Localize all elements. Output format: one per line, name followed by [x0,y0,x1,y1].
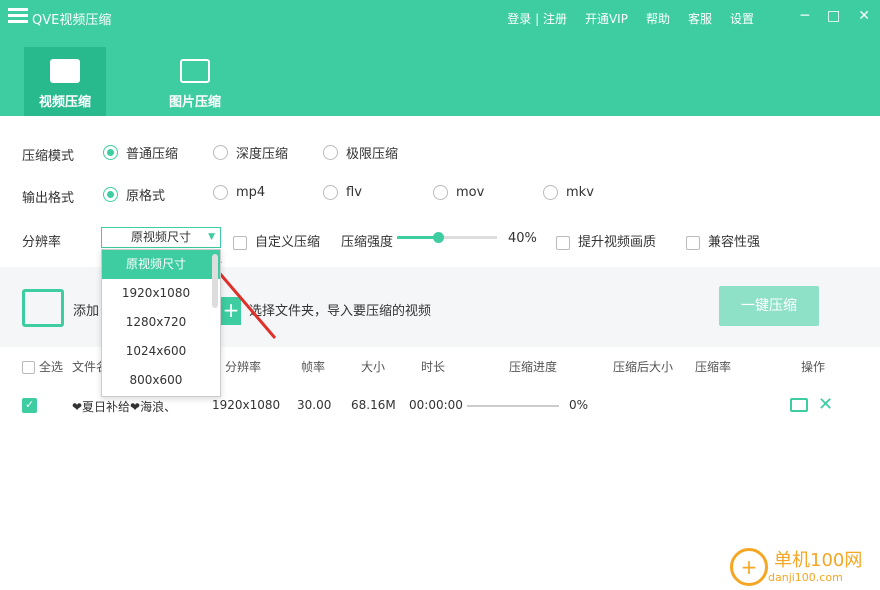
tab-video-compress[interactable]: 视频压缩 [24,47,106,116]
resolution-option[interactable]: 1920x1080 [102,279,220,308]
radio-format-mov[interactable]: mov [433,185,484,200]
clapperboard-icon [50,59,80,83]
radio-format-mp4[interactable]: mp4 [213,185,265,200]
row-fps: 30.00 [297,398,332,412]
tab-label: 图片压缩 [168,95,221,110]
help-link[interactable]: 帮助 [646,10,670,27]
film-icon[interactable] [22,289,64,327]
resolution-option[interactable]: 1024x600 [102,337,220,366]
row-progress-bar [467,405,559,407]
radio-deep-compress[interactable]: 深度压缩 [213,143,288,162]
row-resolution: 1920x1080 [212,398,281,412]
improve-quality-checkbox[interactable]: 提升视频画质 [556,231,656,250]
select-all-checkbox[interactable]: 全选 [22,358,63,375]
settings-link[interactable]: 设置 [730,10,754,27]
open-folder-icon[interactable] [790,398,808,412]
resolution-option[interactable]: 原视频尺寸 [102,250,220,279]
radio-extreme-compress[interactable]: 极限压缩 [323,143,398,162]
maximize-button[interactable]: □ [827,8,840,24]
col-duration: 时长 [421,360,446,374]
compatibility-checkbox[interactable]: 兼容性强 [686,231,760,250]
custom-compress-checkbox[interactable]: 自定义压缩 [233,231,320,250]
title-bar: QVE视频压缩 登录 | 注册 开通VIP 帮助 客服 设置 ─ □ ✕ 视频压… [0,0,880,116]
radio-format-mkv[interactable]: mkv [543,185,594,200]
dropdown-arrow-icon: ▼ [208,232,215,242]
col-compressed-size: 压缩后大小 [613,360,674,374]
window-controls: ─ □ ✕ [801,8,870,24]
col-progress: 压缩进度 [509,360,558,374]
tab-label: 视频压缩 [38,95,91,110]
login-register-link[interactable]: 登录 | 注册 [507,10,567,27]
app-title: QVE视频压缩 [32,13,112,28]
strength-label: 压缩强度 [341,235,394,250]
strength-slider[interactable] [397,232,497,243]
resolution-label: 分辨率 [22,235,62,250]
row-filename: ❤夏日补给❤海浪、 [72,400,177,414]
add-text[interactable]: 添加 [73,300,99,319]
vip-link[interactable]: 开通VIP [585,10,628,27]
watermark-url: danji100.com [768,570,843,584]
row-duration: 00:00:00 [409,398,463,412]
col-size: 大小 [361,360,386,374]
col-actions: 操作 [801,360,826,374]
slider-fill [397,236,437,239]
service-link[interactable]: 客服 [688,10,712,27]
radio-format-flv[interactable]: flv [323,185,362,200]
watermark-name: 单机100网 [774,549,863,571]
row-progress-text: 0% [569,398,589,412]
watermark: + 单机100网 danji100.com [730,548,862,586]
slider-thumb[interactable] [433,232,444,243]
resolution-dropdown: 原视频尺寸 1920x1080 1280x720 1024x600 800x60… [101,249,221,397]
delete-icon[interactable]: ✕ [818,394,833,415]
resolution-select[interactable]: 原视频尺寸 ▼ [101,227,221,248]
row-checkbox[interactable] [22,398,45,413]
radio-format-original[interactable]: 原格式 [103,185,165,204]
row-size: 68.16M [351,398,396,412]
top-links: 登录 | 注册 开通VIP 帮助 客服 设置 [507,10,754,27]
col-ratio: 压缩率 [695,360,732,374]
col-resolution: 分辨率 [225,360,262,374]
image-icon [180,59,210,83]
col-fps: 帧率 [301,360,326,374]
resolution-option[interactable]: 800x600 [102,366,220,395]
output-format-label: 输出格式 [22,191,75,206]
add-folder-plus-icon[interactable]: + [221,297,241,325]
resolution-value: 原视频尺寸 [130,230,191,244]
app-logo-icon [8,8,28,26]
watermark-logo-icon: + [730,548,768,586]
close-button[interactable]: ✕ [858,8,870,24]
strength-value: 40% [508,231,537,246]
minimize-button[interactable]: ─ [801,8,809,24]
resolution-option[interactable]: 1280x720 [102,308,220,337]
one-key-compress-button[interactable]: 一键压缩 [719,286,819,326]
tab-image-compress[interactable]: 图片压缩 [154,47,236,116]
add-hint[interactable]: 选择文件夹，导入要压缩的视频 [249,300,431,319]
dropdown-scrollbar[interactable] [212,254,218,308]
radio-normal-compress[interactable]: 普通压缩 [103,143,178,162]
compress-mode-label: 压缩模式 [22,149,75,164]
